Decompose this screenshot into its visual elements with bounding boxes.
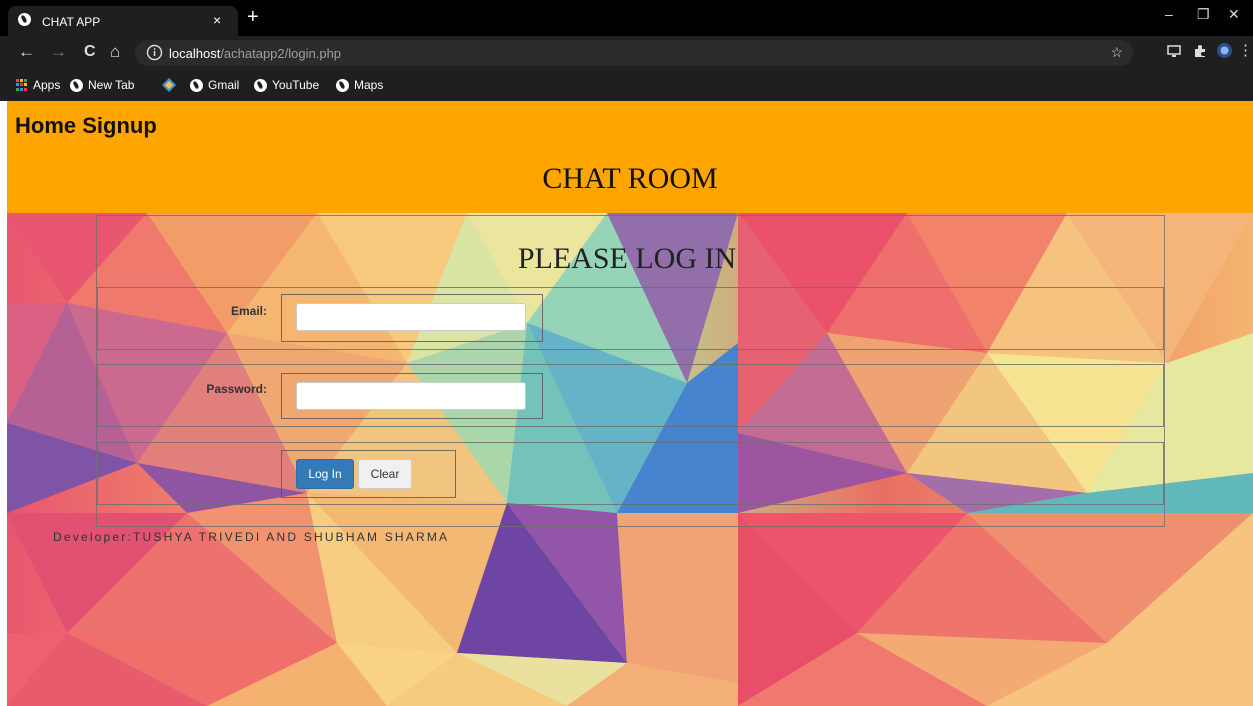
browser-tab[interactable]: CHAT APP × xyxy=(8,6,238,36)
bookmark-label: Maps xyxy=(354,78,384,92)
clear-button[interactable]: Clear xyxy=(358,459,412,489)
email-input[interactable] xyxy=(296,303,526,331)
password-input[interactable] xyxy=(296,382,526,410)
bookmark-label: New Tab xyxy=(88,78,135,92)
address-bar[interactable]: localhost/achatapp2/login.php ☆ xyxy=(135,40,1133,66)
buttons-row xyxy=(97,442,1164,505)
nav-links[interactable]: Home Signup xyxy=(15,113,157,139)
login-button[interactable]: Log In xyxy=(296,459,354,489)
web-page: Home Signup CHAT ROOM PLEASE LOG IN Emai… xyxy=(7,101,1253,706)
url-text: localhost/achatapp2/login.php xyxy=(169,46,341,61)
bookmark-label: Apps xyxy=(33,78,61,92)
globe-icon xyxy=(18,13,31,29)
email-row xyxy=(97,287,1164,350)
home-button[interactable]: ⌂ xyxy=(110,43,120,61)
back-button[interactable]: ← xyxy=(18,43,35,61)
bookmark-gmail[interactable]: Gmail xyxy=(190,78,239,92)
apps-grid-icon xyxy=(16,79,28,91)
form-title: PLEASE LOG IN xyxy=(517,242,737,275)
globe-icon xyxy=(190,78,203,92)
close-window-button[interactable]: ✕ xyxy=(1228,6,1240,23)
globe-icon xyxy=(336,78,349,92)
bookmark-maps[interactable]: Maps xyxy=(336,78,383,92)
email-label: Email: xyxy=(230,304,267,318)
browser-chrome: CHAT APP × + – ❐ ✕ ← → C ⌂ localhost/ach… xyxy=(0,0,1253,101)
page-title: CHAT ROOM xyxy=(542,162,718,195)
bookmarks-bar: Apps New Tab Gmail YouTube Maps xyxy=(0,70,1253,101)
browser-toolbar: ← → C ⌂ localhost/achatapp2/login.php ☆ … xyxy=(0,36,1253,70)
minimize-button[interactable]: – xyxy=(1165,6,1173,22)
star-icon[interactable]: ☆ xyxy=(1110,44,1123,61)
bookmark-diamond[interactable] xyxy=(162,78,176,92)
info-icon[interactable] xyxy=(146,44,163,66)
url-path: /achatapp2/login.php xyxy=(220,46,342,61)
bookmark-youtube[interactable]: YouTube xyxy=(254,78,319,92)
tab-close-icon[interactable]: × xyxy=(213,12,221,28)
password-label: Password: xyxy=(206,382,267,396)
globe-icon xyxy=(70,78,83,92)
profile-icon[interactable] xyxy=(1216,42,1233,62)
cast-icon[interactable] xyxy=(1167,44,1181,61)
menu-icon[interactable]: ⋮ xyxy=(1238,41,1253,59)
extensions-icon[interactable] xyxy=(1193,44,1207,61)
diamond-icon xyxy=(162,78,176,92)
globe-icon xyxy=(254,78,267,92)
bookmark-apps[interactable]: Apps xyxy=(16,78,60,92)
bookmark-label: Gmail xyxy=(208,78,240,92)
developer-credit: Developer:TUSHYA TRIVEDI AND SHUBHAM SHA… xyxy=(53,530,450,544)
forward-button[interactable]: → xyxy=(50,43,67,61)
new-tab-button[interactable]: + xyxy=(247,7,259,27)
page-header: Home Signup CHAT ROOM xyxy=(7,101,1253,213)
bookmark-label: YouTube xyxy=(272,78,320,92)
tab-title: CHAT APP xyxy=(42,15,101,29)
reload-button[interactable]: C xyxy=(84,43,96,61)
url-host: localhost xyxy=(169,46,221,61)
restore-button[interactable]: ❐ xyxy=(1197,6,1210,23)
bookmark-new-tab[interactable]: New Tab xyxy=(70,78,134,92)
